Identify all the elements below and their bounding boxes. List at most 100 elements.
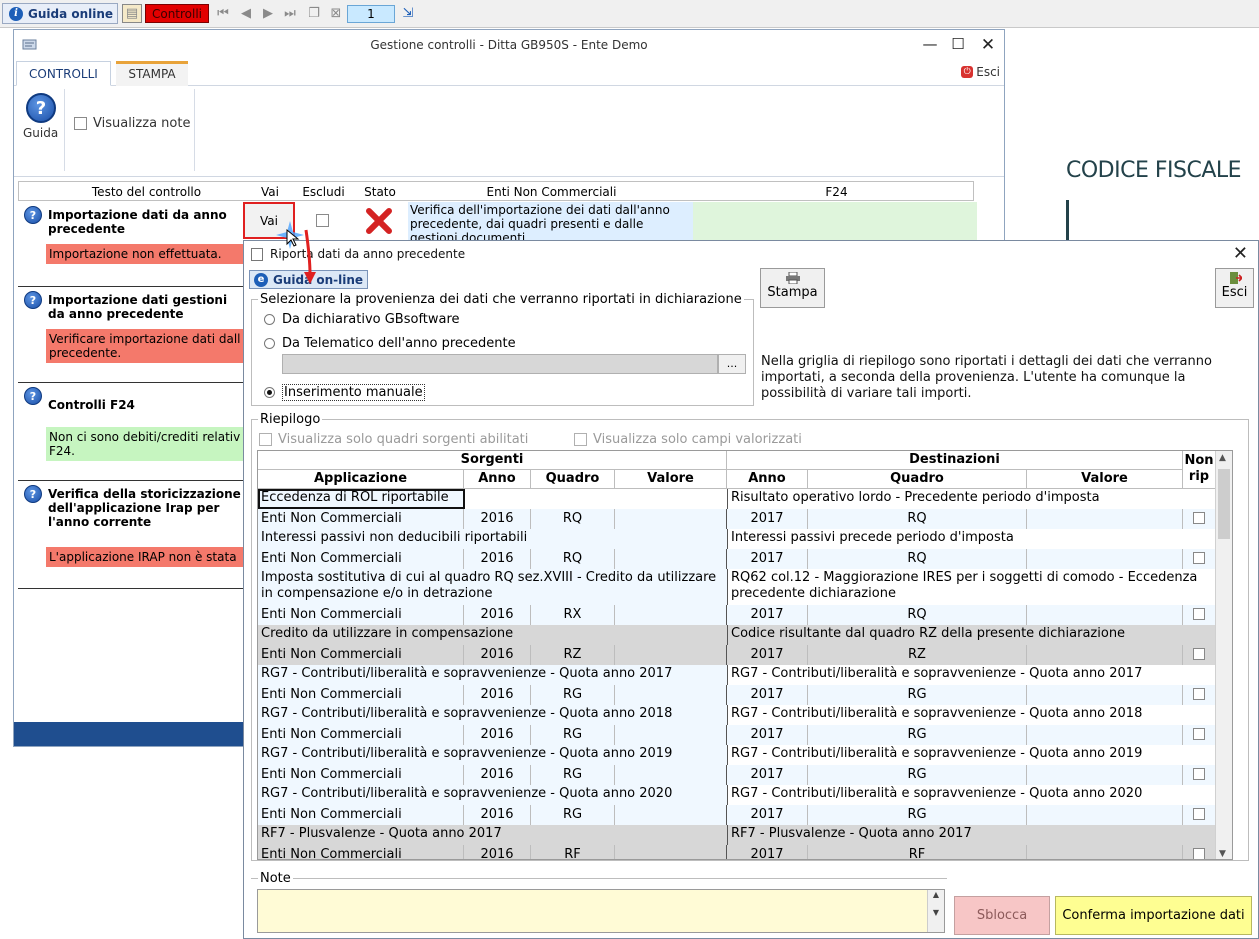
valore-dest-input[interactable]: [1027, 805, 1183, 825]
help-icon[interactable]: ?: [26, 93, 56, 123]
radio-gbsoftware[interactable]: [264, 314, 275, 325]
control-row[interactable]: ? Verifica della storicizzazione dell'ap…: [18, 481, 246, 589]
grid-row[interactable]: RG7 - Contributi/liberalità e sopravveni…: [258, 745, 1216, 785]
non-rip-checkbox[interactable]: [1193, 608, 1205, 620]
campi-valorizzati-checkbox[interactable]: [574, 433, 587, 446]
grid-row[interactable]: RG7 - Contributi/liberalità e sopravveni…: [258, 705, 1216, 745]
esci-button[interactable]: ⏻ Esci: [961, 65, 1000, 79]
valore-dest-input[interactable]: [1027, 549, 1183, 569]
last-page-icon[interactable]: ⏭: [280, 4, 300, 23]
grid-row[interactable]: Eccedenza di ROL riportabile Risultato op…: [258, 489, 1216, 529]
sblocca-button[interactable]: Sblocca: [954, 896, 1050, 935]
control-row[interactable]: ? Importazione dati da anno precedente I…: [18, 202, 246, 287]
close-icon[interactable]: ✕: [1233, 243, 1248, 264]
destination-field-name: Interessi passivi precede periodo d'impo…: [727, 529, 1216, 549]
prev-page-icon[interactable]: ◀: [236, 4, 256, 23]
source-field-name[interactable]: RF7 - Plusvalenze - Quota anno 2017: [258, 825, 727, 845]
radio-manuale[interactable]: [264, 387, 275, 398]
ribbon-body: ? Guida Visualizza note: [14, 87, 1004, 177]
escludi-checkbox[interactable]: [316, 214, 329, 227]
guida-label[interactable]: Guida: [23, 126, 58, 140]
source-field-name[interactable]: RG7 - Contributi/liberalità e sopravveni…: [258, 785, 727, 805]
close-icon[interactable]: ✕: [978, 35, 998, 55]
grid-values-row: Enti Non Commerciali 2016 RX 2017 RQ: [258, 605, 1216, 625]
control-row[interactable]: ? Importazione dati gestioni da anno pre…: [18, 287, 246, 383]
non-rip-checkbox[interactable]: [1193, 552, 1205, 564]
esci-button[interactable]: Esci: [1215, 268, 1254, 308]
goto-page-icon[interactable]: ⇲: [399, 4, 417, 23]
quadro-cell: RZ: [531, 645, 615, 665]
delete-page-icon[interactable]: ⊠: [326, 4, 346, 23]
quadro-cell: RQ: [531, 549, 615, 569]
note-textarea[interactable]: ▲ ▼: [257, 889, 945, 933]
grid-scrollbar[interactable]: ▲ ▼: [1215, 451, 1232, 859]
non-rip-checkbox[interactable]: [1193, 848, 1205, 859]
grid-row[interactable]: RG7 - Contributi/liberalità e sopravveni…: [258, 665, 1216, 705]
valore-cell: [615, 765, 727, 785]
valore-dest-input[interactable]: [1027, 685, 1183, 705]
non-rip-checkbox[interactable]: [1193, 688, 1205, 700]
quadri-sorgenti-option[interactable]: Visualizza solo quadri sorgenti abilitat…: [259, 432, 528, 447]
stampa-button[interactable]: Stampa: [760, 268, 825, 308]
valore-dest-input[interactable]: [1027, 765, 1183, 785]
grid-row[interactable]: RF7 - Plusvalenze - Quota anno 2017 RF7 -…: [258, 825, 1216, 859]
help-icon[interactable]: ?: [24, 291, 42, 309]
grid-row[interactable]: Credito da utilizzare in compensazione Co…: [258, 625, 1216, 665]
source-field-name[interactable]: RG7 - Contributi/liberalità e sopravveni…: [258, 705, 727, 725]
help-icon[interactable]: ?: [24, 206, 42, 224]
first-page-icon[interactable]: ⏮: [213, 4, 233, 23]
scroll-up-icon[interactable]: ▲: [1219, 453, 1226, 463]
radio-telematico[interactable]: [264, 338, 275, 349]
grid-row[interactable]: RG7 - Contributi/liberalità e sopravveni…: [258, 785, 1216, 825]
non-rip-checkbox[interactable]: [1193, 728, 1205, 740]
source-field-name[interactable]: Credito da utilizzare in compensazione: [258, 625, 727, 645]
control-row[interactable]: ? Controlli F24 Non ci sono debiti/credi…: [18, 383, 246, 481]
non-rip-checkbox[interactable]: [1193, 808, 1205, 820]
riepilogo-grid[interactable]: Sorgenti Destinazioni Non rip Applicazio…: [257, 450, 1233, 860]
non-rip-checkbox[interactable]: [1193, 768, 1205, 780]
page-number-field[interactable]: 1: [347, 5, 395, 23]
valore-dest-input[interactable]: [1027, 509, 1183, 529]
source-field-name[interactable]: Eccedenza di ROL riportabile: [258, 489, 465, 509]
minimize-icon[interactable]: —: [920, 35, 940, 53]
grid-row[interactable]: Imposta sostitutiva di cui al quadro RQ …: [258, 569, 1216, 625]
valore-dest-input[interactable]: [1027, 645, 1183, 665]
non-rip-checkbox[interactable]: [1193, 648, 1205, 660]
source-field-name[interactable]: Interessi passivi non deducibili riporta…: [258, 529, 727, 549]
source-field-name[interactable]: RG7 - Contributi/liberalità e sopravveni…: [258, 665, 727, 685]
source-field-name[interactable]: RG7 - Contributi/liberalità e sopravveni…: [258, 745, 727, 765]
option-manuale[interactable]: Inserimento manuale: [264, 384, 425, 401]
scroll-thumb[interactable]: [1218, 469, 1230, 539]
window-footer: [14, 722, 244, 746]
grid-row[interactable]: Interessi passivi non deducibili riporta…: [258, 529, 1216, 569]
next-page-icon[interactable]: ▶: [258, 4, 278, 23]
note-scrollbar[interactable]: ▲ ▼: [927, 890, 944, 932]
telematico-file-input[interactable]: [282, 354, 718, 374]
browse-button[interactable]: ...: [718, 354, 746, 374]
quadri-sorgenti-checkbox[interactable]: [259, 433, 272, 446]
help-icon[interactable]: ?: [24, 387, 42, 405]
visualizza-note-checkbox[interactable]: [74, 117, 87, 130]
visualizza-note-option[interactable]: Visualizza note: [74, 116, 190, 131]
option-telematico[interactable]: Da Telematico dell'anno precedente: [264, 336, 516, 351]
guida-online-button[interactable]: i Guida online: [2, 3, 118, 24]
valore-dest-input[interactable]: [1027, 845, 1183, 859]
copy-page-icon[interactable]: ❐: [304, 4, 324, 23]
notes-icon[interactable]: ▤: [122, 4, 142, 23]
option-gbsoftware[interactable]: Da dichiarativo GBsoftware: [264, 312, 460, 327]
tab-stampa[interactable]: STAMPA: [116, 61, 188, 86]
campi-valorizzati-option[interactable]: Visualizza solo campi valorizzati: [574, 432, 802, 447]
tab-controlli[interactable]: CONTROLLI: [16, 61, 111, 86]
controlli-button[interactable]: Controlli: [145, 4, 209, 23]
valore-dest-input[interactable]: [1027, 725, 1183, 745]
help-icon[interactable]: ?: [24, 485, 42, 503]
scroll-down-icon[interactable]: ▼: [1219, 849, 1226, 859]
valore-dest-input[interactable]: [1027, 605, 1183, 625]
error-status-icon: [366, 208, 392, 234]
header-vai: Vai: [261, 185, 279, 199]
maximize-icon[interactable]: ☐: [948, 35, 968, 53]
source-field-name[interactable]: Imposta sostitutiva di cui al quadro RQ …: [258, 569, 727, 605]
document-icon: [251, 248, 263, 261]
conferma-importazione-button[interactable]: Conferma importazione dati: [1055, 896, 1252, 935]
non-rip-checkbox[interactable]: [1193, 512, 1205, 524]
